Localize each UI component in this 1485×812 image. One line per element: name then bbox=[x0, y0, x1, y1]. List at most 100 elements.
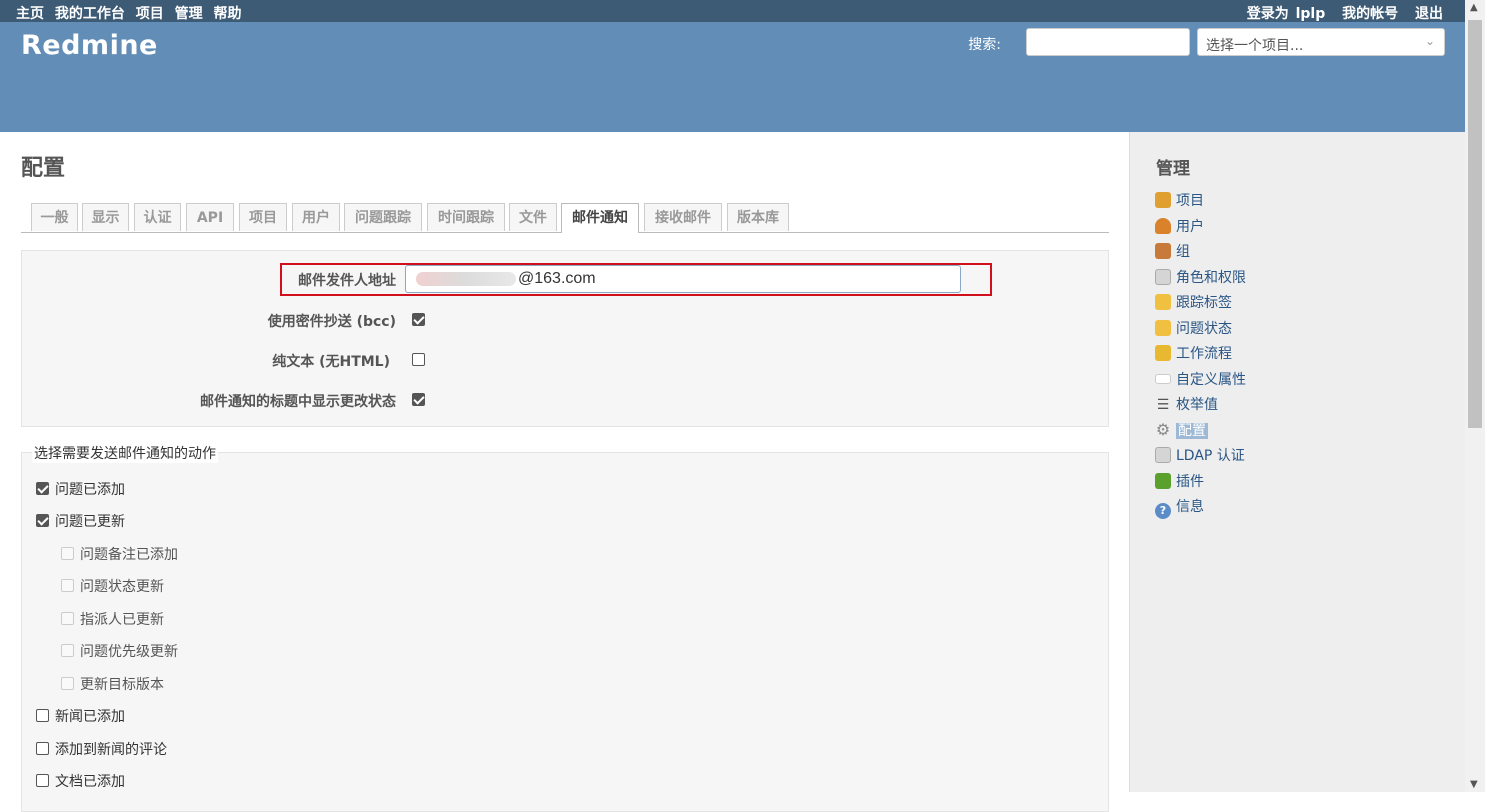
main-content: 配置 一般 显示 认证 API 项目 用户 问题跟踪 时间跟踪 文件 邮件通知 … bbox=[0, 132, 1129, 812]
list-icon: ☰ bbox=[1156, 397, 1170, 413]
target-version-updated-checkbox[interactable] bbox=[61, 677, 74, 690]
sidebar-item-users[interactable]: 用户 bbox=[1155, 216, 1204, 238]
workflow-icon bbox=[1155, 345, 1171, 361]
sidebar-item-custom-fields[interactable]: 自定义属性 bbox=[1155, 369, 1246, 391]
tracker-icon bbox=[1155, 294, 1171, 310]
account-menu: 登录为 lplp 我的帐号 退出 bbox=[1247, 3, 1443, 23]
sidebar-item-label: 项目 bbox=[1176, 193, 1204, 209]
sidebar-item-settings[interactable]: ⚙ 配置 bbox=[1155, 420, 1208, 442]
priority-updated-checkbox[interactable] bbox=[61, 644, 74, 657]
custom-fields-icon bbox=[1155, 374, 1171, 384]
sidebar-item-ldap[interactable]: LDAP 认证 bbox=[1155, 445, 1245, 467]
bcc-checkbox[interactable] bbox=[412, 313, 425, 326]
menu-my-page-link[interactable]: 我的工作台 bbox=[55, 6, 125, 22]
notified-events-fieldset: 问题已添加 问题已更新 问题备注已添加 问题状态更新 指派人已更新 问题优先级更… bbox=[21, 452, 1109, 812]
search-label: 搜索: bbox=[968, 37, 1001, 53]
group-icon bbox=[1155, 243, 1171, 259]
logout-link[interactable]: 退出 bbox=[1415, 6, 1443, 22]
sidebar-item-projects[interactable]: 项目 bbox=[1155, 190, 1204, 212]
issue-added-label: 问题已添加 bbox=[55, 482, 125, 498]
ldap-icon bbox=[1155, 447, 1171, 463]
issue-note-added-label: 问题备注已添加 bbox=[80, 547, 178, 563]
tab-email-notifications[interactable]: 邮件通知 bbox=[561, 203, 639, 233]
tab-incoming-emails[interactable]: 接收邮件 bbox=[644, 203, 722, 231]
target-version-updated-label: 更新目标版本 bbox=[80, 677, 164, 693]
logged-in-as: 登录为 lplp bbox=[1247, 6, 1326, 22]
news-comment-added-checkbox[interactable] bbox=[36, 742, 49, 755]
sidebar-item-label: 信息 bbox=[1176, 499, 1204, 515]
sidebar-item-label: 插件 bbox=[1176, 474, 1204, 490]
highlight-outline bbox=[280, 263, 992, 296]
sidebar-item-enumerations[interactable]: ☰ 枚举值 bbox=[1155, 394, 1218, 416]
tab-files[interactable]: 文件 bbox=[509, 203, 557, 231]
sidebar-item-workflows[interactable]: 工作流程 bbox=[1155, 343, 1232, 365]
admin-sidebar: 管理 项目 用户 组 角色和权限 跟踪标签 问题状态 工作流程 自定义属性 ☰ 枚… bbox=[1129, 132, 1465, 792]
document-added-checkbox[interactable] bbox=[36, 774, 49, 787]
status-in-subject-checkbox[interactable] bbox=[412, 393, 425, 406]
tab-issue-tracking[interactable]: 问题跟踪 bbox=[344, 203, 422, 231]
document-added-label: 文档已添加 bbox=[55, 774, 125, 790]
menu-help-link[interactable]: 帮助 bbox=[214, 6, 242, 22]
bcc-label: 使用密件抄送 (bcc) bbox=[267, 314, 396, 330]
scrollbar-thumb[interactable] bbox=[1468, 20, 1482, 428]
news-comment-added-label: 添加到新闻的评论 bbox=[55, 742, 167, 758]
page-title: 配置 bbox=[21, 156, 66, 181]
sidebar-item-trackers[interactable]: 跟踪标签 bbox=[1155, 292, 1232, 314]
plain-text-checkbox[interactable] bbox=[412, 353, 425, 366]
menu-admin-link[interactable]: 管理 bbox=[175, 6, 203, 22]
sidebar-item-plugins[interactable]: 插件 bbox=[1155, 471, 1204, 493]
logged-in-label: 登录为 bbox=[1246, 6, 1289, 22]
sidebar-item-roles[interactable]: 角色和权限 bbox=[1155, 267, 1246, 289]
menu-home-link[interactable]: 主页 bbox=[16, 6, 44, 22]
issue-updated-label: 问题已更新 bbox=[55, 514, 125, 530]
sidebar-item-groups[interactable]: 组 bbox=[1155, 241, 1190, 263]
issue-note-added-checkbox[interactable] bbox=[61, 547, 74, 560]
issue-status-updated-checkbox[interactable] bbox=[61, 579, 74, 592]
issue-added-checkbox[interactable] bbox=[36, 482, 49, 495]
issue-status-icon bbox=[1155, 320, 1171, 336]
sidebar-item-label: LDAP 认证 bbox=[1176, 448, 1245, 464]
email-settings-box: 邮件发件人地址 @163.com 使用密件抄送 (bcc) 纯文本 (无HTML… bbox=[21, 250, 1109, 427]
issue-status-updated-label: 问题状态更新 bbox=[80, 579, 164, 595]
settings-tabs: 一般 显示 认证 API 项目 用户 问题跟踪 时间跟踪 文件 邮件通知 接收邮… bbox=[21, 203, 1109, 233]
tab-display[interactable]: 显示 bbox=[82, 203, 129, 231]
projects-icon bbox=[1155, 192, 1171, 208]
tab-general[interactable]: 一般 bbox=[31, 203, 78, 231]
project-jump-select[interactable]: 选择一个项目... ⌄ bbox=[1197, 28, 1445, 56]
sidebar-title: 管理 bbox=[1156, 159, 1190, 179]
tab-projects[interactable]: 项目 bbox=[239, 203, 287, 231]
menu-projects-link[interactable]: 项目 bbox=[136, 6, 164, 22]
tab-time-tracking[interactable]: 时间跟踪 bbox=[427, 203, 505, 231]
tab-api[interactable]: API bbox=[186, 203, 234, 231]
issue-updated-checkbox[interactable] bbox=[36, 514, 49, 527]
priority-updated-label: 问题优先级更新 bbox=[80, 644, 178, 660]
roles-icon bbox=[1155, 269, 1171, 285]
scroll-up-icon[interactable]: ▲ bbox=[1470, 2, 1478, 13]
scroll-down-icon[interactable]: ▼ bbox=[1470, 779, 1478, 790]
tab-authentication[interactable]: 认证 bbox=[134, 203, 181, 231]
sidebar-item-issue-statuses[interactable]: 问题状态 bbox=[1155, 318, 1232, 340]
my-account-link[interactable]: 我的帐号 bbox=[1342, 6, 1398, 22]
top-menu-left: 主页 我的工作台 项目 管理 帮助 bbox=[16, 3, 248, 23]
user-icon bbox=[1155, 218, 1171, 234]
project-jump-value: 选择一个项目... bbox=[1206, 38, 1304, 54]
assignee-updated-checkbox[interactable] bbox=[61, 612, 74, 625]
status-in-subject-label: 邮件通知的标题中显示更改状态 bbox=[200, 394, 396, 410]
page-scrollbar[interactable]: ▲ ▼ bbox=[1465, 0, 1485, 792]
sidebar-item-info[interactable]: ? 信息 bbox=[1155, 496, 1204, 519]
search-input[interactable] bbox=[1026, 28, 1190, 56]
app-title[interactable]: Redmine bbox=[21, 30, 158, 61]
quick-search: 搜索: 选择一个项目... ⌄ bbox=[968, 28, 1445, 58]
current-user-link[interactable]: lplp bbox=[1296, 6, 1326, 22]
sidebar-item-label: 角色和权限 bbox=[1176, 270, 1246, 286]
news-added-checkbox[interactable] bbox=[36, 709, 49, 722]
tab-repositories[interactable]: 版本库 bbox=[727, 203, 789, 231]
news-added-label: 新闻已添加 bbox=[55, 709, 125, 725]
plugin-icon bbox=[1155, 473, 1171, 489]
sidebar-item-label: 组 bbox=[1176, 244, 1190, 260]
sidebar-item-label: 枚举值 bbox=[1176, 397, 1218, 413]
tab-users[interactable]: 用户 bbox=[292, 203, 340, 231]
settings-gear-icon: ⚙ bbox=[1155, 420, 1171, 439]
sidebar-item-label: 配置 bbox=[1176, 423, 1208, 439]
assignee-updated-label: 指派人已更新 bbox=[80, 612, 164, 628]
